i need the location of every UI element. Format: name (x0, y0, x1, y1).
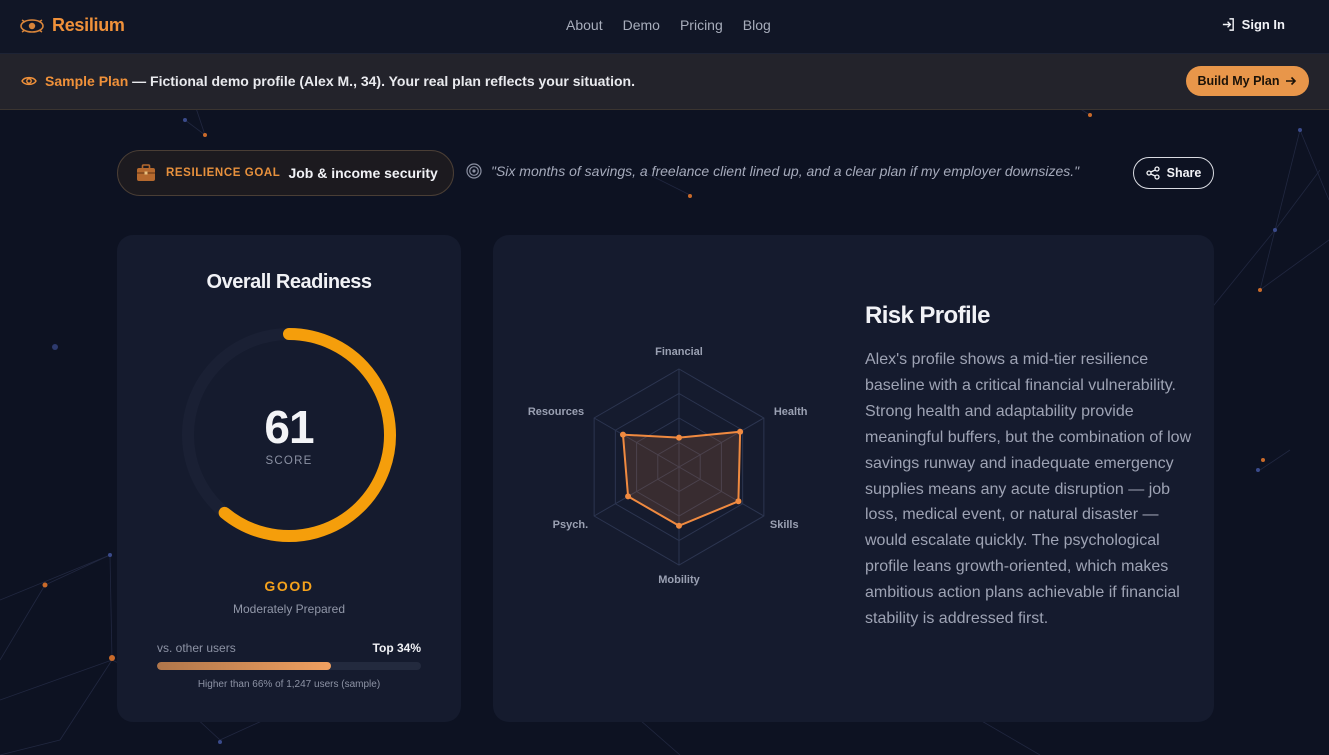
sample-plan-banner: Sample Plan — Fictional demo profile (Al… (0, 54, 1329, 110)
top-navigation: Resilium About Demo Pricing Blog Sign In (0, 0, 1329, 54)
radar-label-mobility: Mobility (658, 574, 700, 586)
radar-series-area (621, 430, 742, 527)
comparison-note: Higher than 66% of 1,247 users (sample) (197, 679, 381, 690)
radar-label-resources: Resources (528, 406, 584, 418)
radar-label-health: Health (774, 406, 808, 418)
arrow-right-icon (1286, 76, 1297, 86)
readiness-grade-subtitle: Moderately Prepared (232, 602, 346, 616)
nav-link-demo[interactable]: Demo (623, 17, 660, 33)
sign-in-label: Sign In (1241, 17, 1285, 32)
build-my-plan-button[interactable]: Build My Plan (1186, 66, 1309, 96)
comparison-rank: Top 34% (372, 641, 421, 655)
radar-label-financial: Financial (655, 346, 703, 358)
logo[interactable]: Resilium (20, 15, 125, 36)
radar-label-psych: Psych. (553, 519, 588, 531)
risk-profile-title: Risk Profile (865, 302, 990, 329)
goal-quote: "Six months of savings, a freelance clie… (466, 163, 1079, 179)
share-icon (1145, 166, 1160, 180)
comparison-bar (157, 662, 421, 670)
resilience-goal-pill: RESILIENCE GOAL Job & income security (117, 150, 454, 196)
banner-highlight: Sample Plan (45, 73, 129, 89)
readiness-title: Overall Readiness (206, 271, 372, 293)
radar-point-resources (619, 431, 626, 438)
nav-link-blog[interactable]: Blog (743, 17, 771, 33)
sign-in-button[interactable]: Sign In (1221, 17, 1285, 32)
briefcase-icon (137, 164, 155, 181)
overall-readiness-card: Overall Readiness 61 SCORE GOOD Moderate… (117, 235, 461, 722)
share-button[interactable]: Share (1133, 157, 1214, 189)
comparison-label: vs. other users (157, 641, 236, 655)
risk-radar-chart: Financial Health Skills Mobility Psych. Resou… (528, 346, 808, 586)
target-icon (466, 163, 482, 179)
comparison-bar-fill (157, 662, 332, 670)
goal-quote-text: "Six months of savings, a freelance clie… (491, 163, 1080, 179)
risk-profile-card: Financial Health Skills Mobility Psych. Resou… (493, 235, 1214, 722)
radar-label-skills: Skills (770, 519, 799, 531)
radar-point-health (737, 428, 744, 435)
radar-point-skills (735, 498, 742, 505)
main-nav: About Demo Pricing Blog (566, 17, 771, 33)
app-name: Resilium (52, 15, 125, 35)
score-value: 61 (264, 401, 314, 453)
goal-value: Job & income security (288, 165, 438, 181)
nav-link-about[interactable]: About (566, 17, 603, 33)
radar-point-financial (676, 434, 682, 441)
radar-point-mobility (676, 522, 682, 529)
nav-link-pricing[interactable]: Pricing (680, 17, 723, 33)
login-icon (1222, 18, 1234, 31)
banner-message: Sample Plan — Fictional demo profile (Al… (45, 73, 635, 89)
readiness-grade: GOOD (264, 578, 314, 594)
eye-icon (21, 76, 37, 86)
build-my-plan-label: Build My Plan (1197, 74, 1280, 88)
risk-profile-description: Alex's profile shows a mid-tier resilien… (865, 351, 1192, 628)
share-label: Share (1166, 166, 1202, 180)
radar-point-psych (625, 493, 632, 500)
banner-description: — Fictional demo profile (Alex M., 34). … (128, 73, 635, 89)
logo-icon (20, 18, 44, 33)
score-caption: SCORE (265, 455, 313, 467)
goal-label: RESILIENCE GOAL (166, 167, 281, 179)
